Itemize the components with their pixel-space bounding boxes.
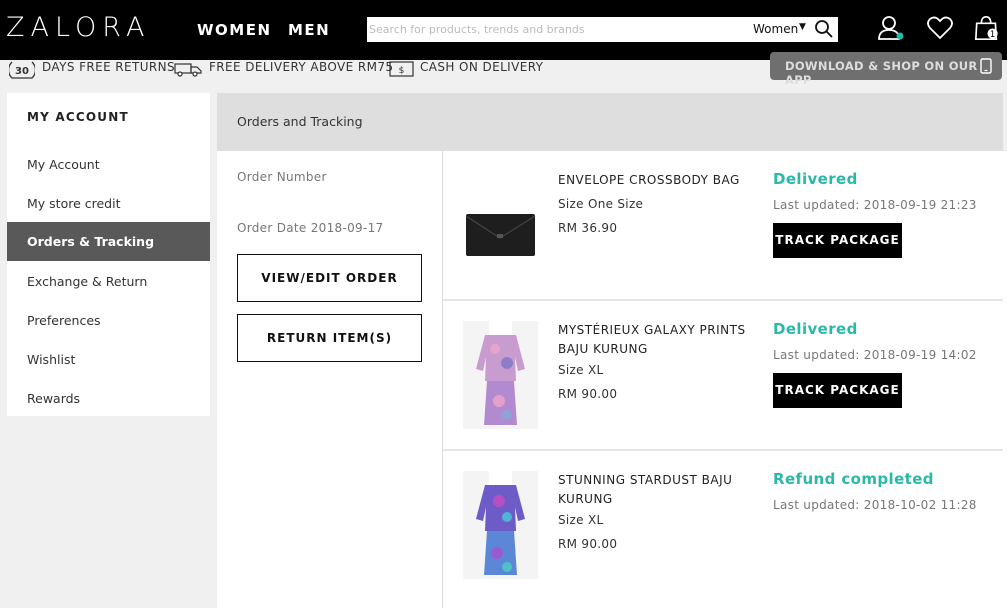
order-item: ENVELOPE CROSSBODY BAG Size One Size RM … [443,151,1003,301]
cash-on-delivery-label: CASH ON DELIVERY [420,60,544,74]
product-size: Size XL [558,513,604,527]
order-item: STUNNING STARDUST BAJU KURUNG Size XL RM… [443,451,1003,601]
order-number-label: Order Number [237,170,327,184]
top-bar: ZALORA WOMEN MEN Women ▼ 1 [0,0,1007,60]
track-package-button[interactable]: TRACK PACKAGE [773,223,902,258]
zalora-logo[interactable]: ZALORA [6,12,150,43]
search-bar: Women ▼ [367,17,838,42]
nav-men[interactable]: MEN [288,21,330,39]
free-returns-label: DAYS FREE RETURNS [42,60,176,74]
sidebar-item-store-credit[interactable]: My store credit [7,184,210,223]
30-days-badge-icon: 30 [9,61,35,79]
heart-icon[interactable] [926,14,954,42]
order-info-column: Order Number Order Date 2018-09-17 VIEW/… [217,151,443,608]
orders-panel: Order Number Order Date 2018-09-17 VIEW/… [217,151,1007,608]
sidebar-title: MY ACCOUNT [27,110,129,124]
cart-count: 1 [990,29,995,39]
account-sidebar: MY ACCOUNT My Account My store credit Or… [7,93,210,416]
cash-note-icon: $ [389,61,414,77]
delivery-truck-icon [174,63,202,77]
return-items-button[interactable]: RETURN ITEM(S) [237,314,422,362]
shopping-bag-icon[interactable]: 1 [973,14,1001,42]
galaxy-baju-kurung-image[interactable] [463,321,538,429]
last-updated: Last updated: 2018-10-02 11:28 [773,498,977,512]
product-price: RM 90.00 [558,387,618,401]
orders-header: Orders and Tracking [217,93,1003,151]
user-status-dot [896,32,904,40]
view-edit-order-button[interactable]: VIEW/EDIT ORDER [237,254,422,302]
order-status: Delivered [773,170,858,188]
search-icon[interactable] [814,19,834,39]
product-size: Size One Size [558,197,644,211]
track-package-button[interactable]: TRACK PACKAGE [773,373,902,408]
product-price: RM 90.00 [558,537,618,551]
sidebar-item-orders-tracking[interactable]: Orders & Tracking [7,222,210,261]
search-gender-select[interactable]: Women [753,22,798,36]
page-title: Orders and Tracking [237,114,363,129]
order-status: Refund completed [773,470,934,488]
last-updated: Last updated: 2018-09-19 21:23 [773,198,977,212]
order-date: Order Date 2018-09-17 [237,221,384,235]
envelope-bag-image[interactable] [463,172,538,280]
order-item: MYSTÉRIEUX GALAXY PRINTS BAJU KURUNG Siz… [443,301,1003,451]
download-app-button[interactable]: DOWNLOAD & SHOP ON OUR APP [770,52,1002,87]
phone-icon [980,58,992,74]
svg-text:$: $ [399,66,405,76]
sidebar-item-wishlist[interactable]: Wishlist [7,340,210,379]
sidebar-item-rewards[interactable]: Rewards [7,379,210,418]
product-name[interactable]: STUNNING STARDUST BAJU KURUNG [558,471,748,509]
product-name[interactable]: ENVELOPE CROSSBODY BAG [558,171,748,190]
last-updated: Last updated: 2018-09-19 14:02 [773,348,977,362]
product-size: Size XL [558,363,604,377]
order-status: Delivered [773,320,858,338]
sidebar-item-exchange-return[interactable]: Exchange & Return [7,262,210,301]
nav-women[interactable]: WOMEN [197,21,272,39]
sidebar-item-preferences[interactable]: Preferences [7,301,210,340]
caret-down-icon[interactable]: ▼ [799,22,806,32]
free-delivery-label: FREE DELIVERY ABOVE RM75 [209,60,394,74]
product-price: RM 36.90 [558,221,618,235]
download-app-label: DOWNLOAD & SHOP ON OUR APP [785,59,978,87]
product-name[interactable]: MYSTÉRIEUX GALAXY PRINTS BAJU KURUNG [558,321,748,359]
svg-text:30: 30 [15,66,29,77]
sidebar-item-my-account[interactable]: My Account [7,145,210,184]
stardust-baju-kurung-image[interactable] [463,471,538,579]
user-account-icon[interactable] [876,14,904,42]
search-input[interactable] [369,19,739,39]
